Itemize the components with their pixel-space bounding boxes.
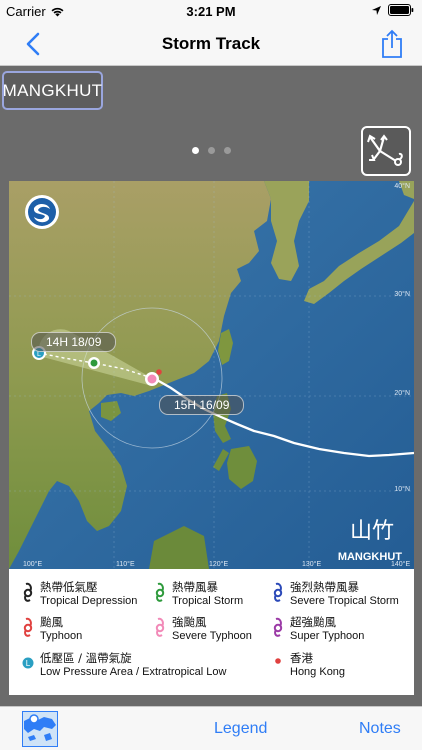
legend-item-tropical-depression: 熱帶低氣壓 Tropical Depression: [21, 580, 137, 608]
svg-text:L: L: [26, 659, 31, 668]
cyclone-symbol-icon: [271, 616, 285, 638]
track-branches-icon: [367, 134, 403, 166]
legend-label-zh: 強颱風: [172, 615, 207, 629]
legend-label-en: Tropical Storm: [172, 595, 244, 607]
navigation-bar: Storm Track: [0, 22, 422, 66]
legend-label-en: Severe Typhoon: [172, 630, 252, 642]
forecast-symbol-ts: [88, 357, 100, 369]
legend-label-en: Tropical Depression: [40, 595, 138, 607]
legend-item-low-pressure: L 低壓區 / 溫帶氣旋 Low Pressure Area / Extratro…: [21, 651, 226, 679]
hk-map-icon: [22, 711, 58, 747]
latest-time-label: 14H 18/09: [31, 332, 117, 352]
page-dot-1[interactable]: [191, 147, 199, 154]
legend-label-zh: 香港: [290, 651, 313, 665]
svg-text:L: L: [37, 351, 41, 358]
legend-label-en: Typhoon: [40, 630, 83, 642]
lon-tick-130: 130°E: [302, 561, 322, 568]
lat-tick-20: 20°N: [394, 390, 410, 397]
lat-tick-30: 30°N: [394, 291, 410, 298]
map-canvas: L: [9, 181, 414, 569]
page-dot-2[interactable]: [207, 147, 215, 154]
legend-label-en: Hong Kong: [290, 666, 346, 678]
storm-name-chinese: 山竹: [349, 519, 394, 544]
legend-label-zh: 強烈熱帶風暴: [290, 580, 359, 594]
current-position-symbol: [145, 372, 159, 386]
legend-label-zh: 超強颱風: [290, 615, 336, 629]
legend-button[interactable]: Legend: [214, 720, 267, 738]
track-mode-button[interactable]: [361, 126, 411, 176]
storm-name-english: MANGKHUT: [337, 551, 402, 563]
legend-item-super-typhoon: 超強颱風 Super Typhoon: [271, 615, 364, 643]
cyclone-symbol-icon: [153, 581, 167, 603]
lon-tick-110: 110°E: [116, 561, 135, 568]
location-arrow-icon: [372, 5, 381, 15]
earliest-time-label: 15H 16/09: [159, 395, 245, 415]
cyclone-symbol-icon: [21, 581, 35, 603]
hk-map-button[interactable]: [22, 711, 58, 747]
share-button[interactable]: [378, 28, 406, 60]
page-title: Storm Track: [161, 34, 261, 53]
legend-item-hong-kong: 香港 Hong Kong: [271, 651, 345, 679]
lon-tick-120: 120°E: [209, 561, 229, 568]
storm-name-badge[interactable]: MANGKHUT: [2, 71, 103, 110]
page-indicator[interactable]: [0, 147, 422, 154]
legend-label-en: Severe Tropical Storm: [290, 595, 399, 607]
low-pressure-icon: L: [21, 652, 35, 674]
legend-item-typhoon: 颱風 Typhoon: [21, 615, 82, 643]
chevron-left-icon: [26, 32, 40, 56]
hong-kong-marker: [156, 369, 162, 375]
page-dot-3[interactable]: [223, 147, 231, 154]
legend-item-tropical-storm: 熱帶風暴 Tropical Storm: [153, 580, 243, 608]
cyclone-symbol-icon: [153, 616, 167, 638]
lat-tick-10: 10°N: [394, 486, 410, 493]
lat-tick-40: 40°N: [394, 183, 410, 190]
cyclone-symbol-icon: [271, 581, 285, 603]
legend-item-severe-tropical-storm: 強烈熱帶風暴 Severe Tropical Storm: [271, 580, 399, 608]
legend-label-en: Low Pressure Area / Extratropical Low: [40, 666, 227, 678]
storm-track-map[interactable]: L 14H 18/09 15H 16/09 40°N 30°N 20°N 10°…: [9, 181, 414, 569]
cyclone-symbol-icon: [21, 616, 35, 638]
back-button[interactable]: [18, 30, 48, 58]
hko-logo: [25, 195, 59, 229]
hong-kong-dot-icon: [271, 652, 285, 674]
status-time: 3:21 PM: [186, 4, 236, 19]
notes-button[interactable]: Notes: [359, 720, 401, 738]
legend-label-zh: 颱風: [40, 615, 63, 629]
legend-label-zh: 熱帶低氣壓: [40, 580, 98, 594]
share-icon: [382, 29, 402, 58]
bottom-toolbar: Legend Notes: [0, 706, 422, 750]
legend-panel: 熱帶低氣壓 Tropical Depression 熱帶風暴 Tropical St…: [9, 569, 414, 695]
status-bar: Carrier 3:21 PM: [0, 0, 422, 22]
legend-item-severe-typhoon: 強颱風 Severe Typhoon: [153, 615, 252, 643]
legend-label-zh: 熱帶風暴: [172, 580, 218, 594]
battery-icon: [388, 4, 414, 16]
legend-label-en: Super Typhoon: [290, 630, 365, 642]
legend-label-zh: 低壓區 / 溫帶氣旋: [40, 651, 132, 665]
lon-tick-100: 100°E: [23, 561, 43, 568]
